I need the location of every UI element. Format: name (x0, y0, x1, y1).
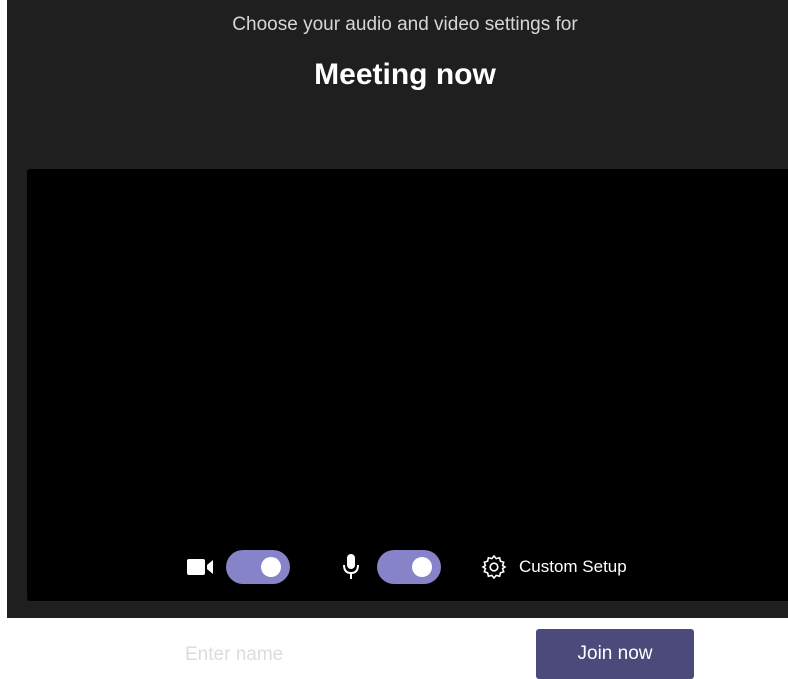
subtitle: Choose your audio and video settings for (232, 14, 578, 35)
meeting-title: Meeting now (314, 58, 496, 91)
custom-setup-label: Custom Setup (519, 557, 627, 576)
camera-toggle[interactable] (226, 550, 290, 584)
video-camera-icon (187, 559, 213, 575)
join-now-button[interactable]: Join now (536, 629, 694, 679)
video-preview: Join now Custom (27, 169, 788, 679)
prejoin-screen: Choose your audio and video settings for… (7, 0, 788, 679)
gear-icon (481, 554, 507, 580)
microphone-icon (343, 554, 359, 579)
microphone-toggle-knob (412, 557, 432, 577)
camera-toggle-knob (261, 557, 281, 577)
custom-setup-button[interactable]: Custom Setup (481, 550, 627, 584)
microphone-toggle[interactable] (377, 550, 441, 584)
name-input[interactable] (167, 633, 487, 677)
